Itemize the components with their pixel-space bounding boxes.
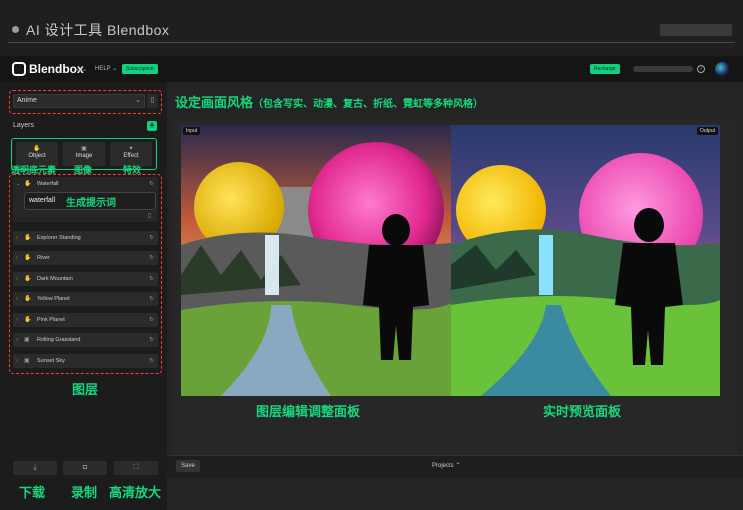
style-select[interactable]: Anime ⌄	[13, 94, 145, 108]
window-title: AI 设计工具 Blendbox	[26, 22, 170, 38]
layers-label: Layers	[13, 122, 35, 129]
layer-name: Yellow Planet	[37, 296, 70, 302]
recharge-button[interactable]: Recharge	[590, 64, 620, 74]
app-root: AI 设计工具 Blendbox Blendbox alpha HELP ⌄ S…	[0, 0, 743, 510]
credit-bar	[633, 66, 693, 72]
chevron-right-icon: ›	[16, 337, 18, 343]
hand-icon: ✋	[33, 146, 41, 152]
style-annotation-sub: （包含写实、动漫、复古、折纸、霓虹等多种风格）	[253, 99, 484, 110]
hand-icon: ✋	[24, 255, 32, 261]
layer-name: Explorer Standing	[37, 235, 81, 241]
layer-name: Waterfall	[37, 181, 59, 187]
projects-toggle[interactable]: Projects ⌃	[432, 462, 460, 469]
hand-icon: ✋	[24, 235, 32, 241]
app-header: Blendbox alpha HELP ⌄ Subscription Recha…	[0, 56, 743, 82]
refresh-icon[interactable]: ↻	[149, 333, 154, 347]
style-annotation-main: 设定画面风格	[175, 95, 254, 110]
layer-row[interactable]: › ▣ Sunset Sky ↻	[13, 354, 158, 368]
expand-icon: ⛶	[133, 464, 139, 471]
style-select-value: Anime	[17, 97, 37, 104]
layer-row[interactable]: › ✋ Dark Mountain ↻	[13, 272, 158, 286]
prompt-annotation: 生成提示词	[66, 198, 116, 209]
input-canvas[interactable]: Input	[181, 125, 451, 396]
chevron-right-icon: ›	[16, 358, 18, 364]
title-divider	[8, 42, 735, 43]
image-icon: ▣	[24, 358, 30, 364]
chevron-right-icon: ›	[16, 317, 18, 323]
layer-row[interactable]: › ▣ Rolling Grassland ↻	[13, 333, 158, 347]
record-annotation: 录制	[71, 485, 98, 500]
chevron-down-icon: ⌄	[135, 97, 141, 104]
window-titlebar: AI 设计工具 Blendbox	[0, 0, 743, 56]
object-type-label: Object	[28, 153, 46, 159]
download-icon: ⤓	[33, 464, 37, 471]
effect-type-label: Effect	[123, 153, 139, 159]
title-placeholder-bar	[660, 24, 732, 36]
layer-name: Dark Mountain	[37, 276, 73, 282]
image-icon: ▣	[81, 146, 87, 152]
image-type-label: Image	[75, 153, 93, 159]
hand-icon: ✋	[24, 296, 32, 302]
avatar[interactable]	[715, 62, 729, 76]
blendbox-logo-icon	[12, 62, 26, 76]
refresh-icon[interactable]: ↻	[149, 177, 154, 191]
refresh-icon[interactable]: ↻	[149, 231, 154, 245]
hand-icon: ✋	[24, 276, 32, 282]
input-image	[181, 125, 451, 396]
layer-row[interactable]: › ✋ Pink Planet ↻	[13, 313, 158, 327]
sparkle-icon: ✦	[128, 146, 134, 152]
chevron-right-icon: ›	[16, 235, 18, 241]
style-annotation: 设定画面风格（包含写实、动漫、复古、折纸、霓虹等多种风格）	[175, 92, 483, 111]
record-button[interactable]: ◘	[63, 461, 107, 475]
upscale-annotation: 高清放大	[109, 485, 162, 500]
record-icon: ◘	[82, 464, 88, 471]
save-button[interactable]: Save	[176, 460, 200, 472]
info-icon[interactable]: i	[697, 65, 705, 73]
chevron-down-icon: ⌄	[16, 181, 21, 187]
refresh-icon[interactable]: ↻	[149, 251, 154, 265]
chevron-right-icon: ›	[16, 276, 18, 282]
download-button[interactable]: ⤓	[13, 461, 57, 475]
title-dot	[12, 26, 19, 33]
refresh-icon[interactable]: ↻	[149, 272, 154, 286]
input-tag: Input	[183, 127, 201, 135]
trash-icon[interactable]: ▯	[147, 94, 158, 108]
image-icon: ▣	[24, 337, 30, 343]
help-menu[interactable]: HELP ⌄	[95, 65, 117, 72]
hand-icon: ✋	[24, 317, 32, 323]
layer-name: Pink Planet	[37, 317, 65, 323]
output-preview: Output	[451, 125, 720, 396]
layer-row[interactable]: › ✋ Explorer Standing ↻	[13, 231, 158, 245]
trash-icon[interactable]: ▯	[148, 212, 151, 219]
layer-name: Sunset Sky	[37, 358, 65, 364]
hand-icon: ✋	[24, 181, 32, 187]
layer-row[interactable]: › ✋ River ↻	[13, 251, 158, 265]
layer-name: Rolling Grassland	[37, 337, 81, 343]
logo-subtext: alpha	[76, 67, 86, 72]
chevron-right-icon: ›	[16, 296, 18, 302]
refresh-icon[interactable]: ↻	[149, 313, 154, 327]
refresh-icon[interactable]: ↻	[149, 292, 154, 306]
output-image	[451, 125, 720, 396]
layer-name: River	[37, 255, 50, 261]
download-annotation: 下载	[19, 485, 46, 500]
refresh-icon[interactable]: ↻	[149, 354, 154, 368]
layer-row[interactable]: › ✋ Yellow Planet ↻	[13, 292, 158, 306]
preview-panel-annotation: 实时预览面板	[543, 404, 622, 419]
edit-panel-annotation: 图层编辑调整面板	[256, 404, 361, 419]
chevron-right-icon: ›	[16, 255, 18, 261]
layer-row-waterfall[interactable]: ⌄ ✋ Waterfall ↻	[13, 177, 158, 191]
output-tag: Output	[696, 127, 718, 135]
upscale-button[interactable]: ⛶	[114, 461, 158, 475]
add-layer-button[interactable]: +	[147, 121, 157, 131]
subscription-button[interactable]: Subscription	[122, 64, 158, 74]
layers-annotation: 图层	[72, 382, 99, 397]
